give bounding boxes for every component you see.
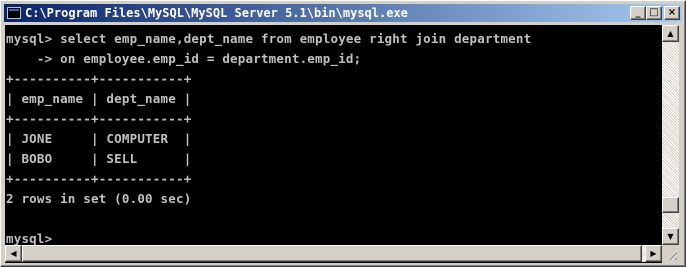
vertical-scrollbar[interactable]: ▲ ▼ xyxy=(662,25,679,245)
maximize-button[interactable]: □ xyxy=(646,6,662,20)
console-text-area[interactable]: mysql> select emp_name,dept_name from em… xyxy=(5,25,662,263)
scroll-left-button[interactable]: ◀ xyxy=(5,245,22,262)
console-line: -> on employee.emp_id = department.emp_i… xyxy=(6,51,362,66)
console-line: | JONE | COMPUTER | xyxy=(6,131,192,146)
console-line: +----------+-----------+ xyxy=(6,71,192,86)
close-button[interactable]: × xyxy=(664,6,680,20)
title-bar[interactable]: C:\Program Files\MySQL\MySQL Server 5.1\… xyxy=(4,4,682,22)
scroll-down-button[interactable]: ▼ xyxy=(662,228,679,245)
console-line: +----------+-----------+ xyxy=(6,111,192,126)
window-title: C:\Program Files\MySQL\MySQL Server 5.1\… xyxy=(25,6,408,20)
console-app-icon[interactable] xyxy=(7,7,21,19)
console-line: | emp_name | dept_name | xyxy=(6,91,192,106)
console-window: C:\Program Files\MySQL\MySQL Server 5.1\… xyxy=(0,0,686,267)
console-line: mysql> select emp_name,dept_name from em… xyxy=(6,31,532,46)
scroll-right-button[interactable]: ▶ xyxy=(645,245,662,262)
console-line: +----------+-----------+ xyxy=(6,171,192,186)
vertical-scroll-thumb[interactable] xyxy=(662,197,679,213)
console-line: | BOBO | SELL | xyxy=(6,151,192,166)
console-line: 2 rows in set (0.00 sec) xyxy=(6,191,192,206)
console-output[interactable]: mysql> select emp_name,dept_name from em… xyxy=(5,25,662,263)
resize-grip[interactable] xyxy=(662,245,679,262)
horizontal-scrollbar[interactable]: ◀ ▶ xyxy=(5,245,662,262)
minimize-button[interactable]: _ xyxy=(630,6,646,20)
caption-buttons: _ □ × xyxy=(630,6,680,20)
horizontal-scroll-thumb[interactable] xyxy=(22,245,642,262)
scroll-up-button[interactable]: ▲ xyxy=(662,25,679,42)
